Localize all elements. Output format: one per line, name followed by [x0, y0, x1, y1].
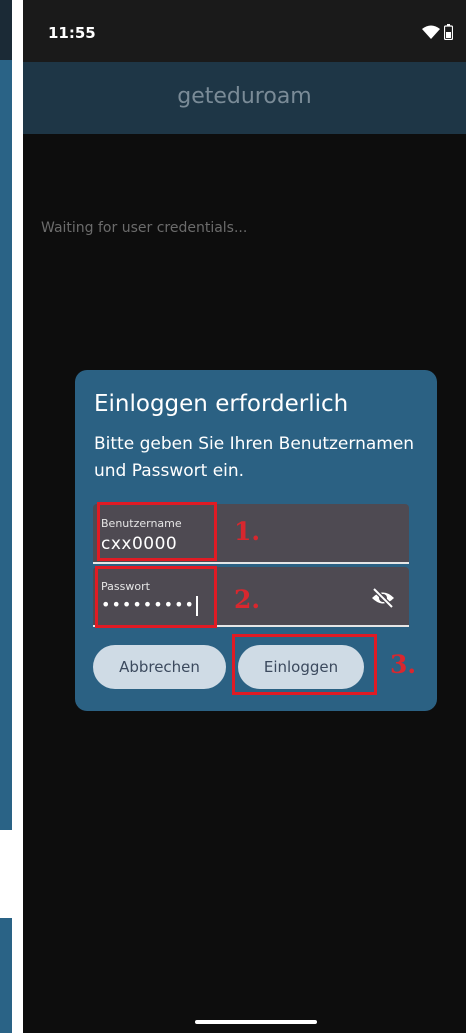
app-title: geteduroam [177, 84, 312, 109]
status-message: Waiting for user credentials... [41, 220, 248, 236]
cancel-button[interactable]: Abbrechen [93, 645, 226, 689]
dialog-title: Einloggen erforderlich [94, 391, 349, 417]
annotation-step-1: 1. [234, 517, 261, 546]
home-indicator[interactable] [195, 1020, 317, 1024]
status-time: 11:55 [48, 24, 96, 42]
annotation-step-3: 3. [390, 650, 417, 679]
sliver-segment [0, 60, 12, 830]
annotation-box-username [97, 502, 217, 561]
status-icons [422, 24, 456, 40]
eye-off-icon[interactable] [371, 587, 395, 609]
status-bar: 11:55 [23, 0, 466, 62]
app-bar: geteduroam [23, 62, 466, 134]
username-underline [93, 562, 409, 564]
previous-screen-sliver [0, 0, 12, 1033]
dialog-message: Bitte geben Sie Ihren Benutzernamen und … [94, 434, 415, 481]
annotation-box-password [95, 566, 217, 628]
battery-icon [444, 24, 453, 40]
annotation-box-login [232, 634, 377, 695]
annotation-step-2: 2. [234, 585, 261, 614]
wifi-icon [422, 25, 440, 39]
phone-screen: 11:55 geteduroam Waiting for user creden… [23, 0, 466, 1033]
sliver-segment [0, 918, 12, 1033]
sliver-segment [0, 0, 12, 60]
